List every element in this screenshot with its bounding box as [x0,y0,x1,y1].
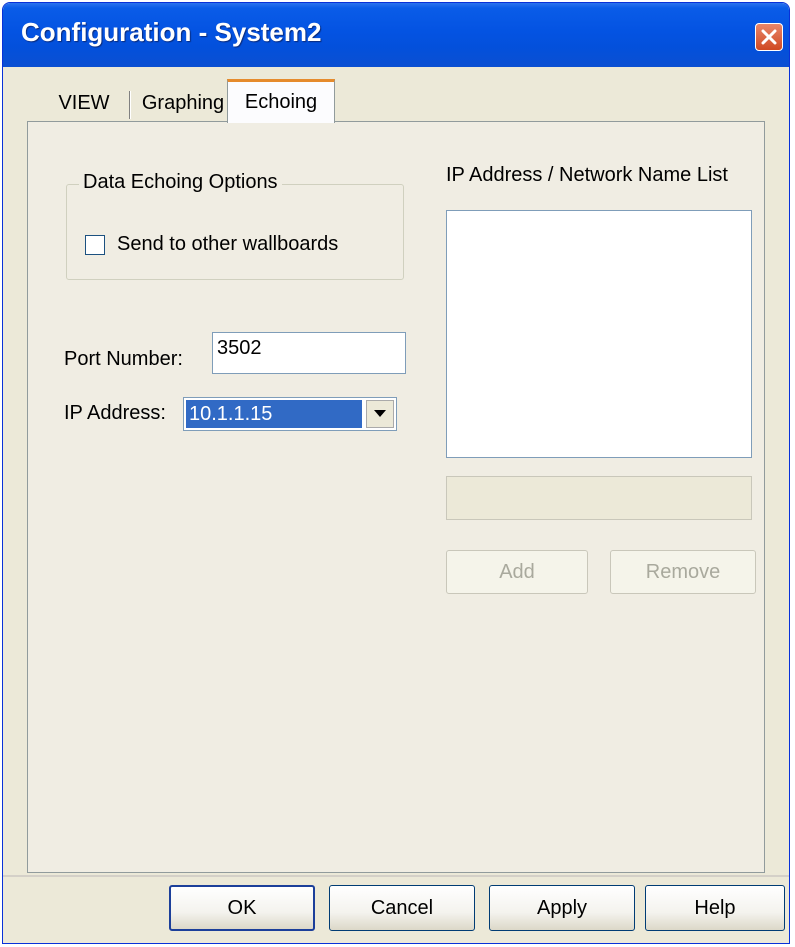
port-number-label: Port Number: [64,348,183,370]
add-button: Add [446,550,588,594]
tab-view[interactable]: VIEW [41,85,127,121]
ip-address-select[interactable]: 10.1.1.15 [183,397,397,431]
title-bar[interactable]: Configuration - System2 [3,3,789,67]
footer-divider [3,875,789,877]
close-icon [761,29,777,45]
close-button[interactable] [755,23,783,51]
ok-button[interactable]: OK [169,885,315,931]
send-to-wallboards-label[interactable]: Send to other wallboards [117,233,338,256]
ip-address-value: 10.1.1.15 [186,400,362,428]
ip-address-list[interactable] [446,210,752,458]
send-to-wallboards-option[interactable]: Send to other wallboards [85,233,338,256]
group-title: Data Echoing Options [79,171,282,194]
configuration-dialog: Configuration - System2 VIEW Graphing Ec… [2,2,790,944]
network-name-input [446,476,752,520]
apply-button[interactable]: Apply [489,885,635,931]
window-title: Configuration - System2 [21,17,322,47]
data-echoing-options-group: Data Echoing Options Send to other wallb… [66,171,404,280]
remove-button: Remove [610,550,756,594]
tab-graphing[interactable]: Graphing [133,85,233,121]
chevron-down-icon [374,410,386,417]
echoing-tab-panel: Data Echoing Options Send to other wallb… [27,121,765,873]
send-to-wallboards-checkbox[interactable] [85,234,105,255]
ip-address-label: IP Address: [64,402,166,424]
help-button[interactable]: Help [645,885,785,931]
port-number-input[interactable]: 3502 [212,332,406,374]
dropdown-button[interactable] [366,400,394,428]
tab-separator [129,91,131,119]
tab-echoing[interactable]: Echoing [227,79,335,123]
cancel-button[interactable]: Cancel [329,885,475,931]
ip-list-title: IP Address / Network Name List [446,164,728,186]
